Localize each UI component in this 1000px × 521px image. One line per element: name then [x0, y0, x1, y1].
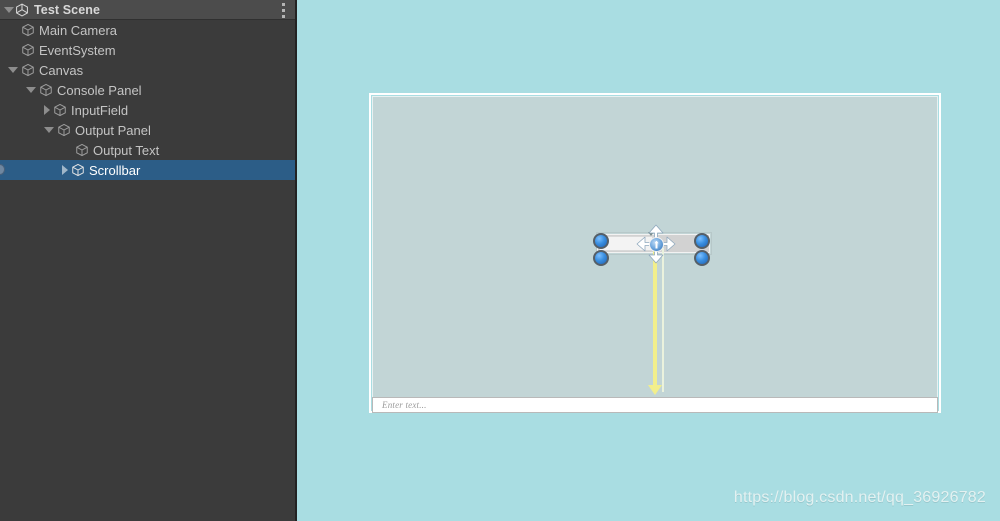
gameobject-cube-icon	[74, 143, 89, 158]
hierarchy-row-inputfield[interactable]: InputField	[0, 100, 295, 120]
unity-scene-icon	[14, 2, 29, 17]
gameobject-cube-icon	[20, 43, 35, 58]
anchor-handle-top-right[interactable]	[694, 233, 710, 249]
scene-expand-toggle-icon[interactable]	[4, 6, 14, 13]
hierarchy-row-console-panel[interactable]: Console Panel	[0, 80, 295, 100]
toggle-spacer	[62, 145, 72, 155]
hierarchy-row-output-text[interactable]: Output Text	[0, 140, 295, 160]
selection-indicator	[0, 164, 5, 175]
input-field-rect[interactable]: Enter text...	[372, 397, 938, 413]
gameobject-cube-icon	[56, 123, 71, 138]
anchor-arrow-head	[648, 385, 662, 395]
gameobject-cube-icon	[20, 23, 35, 38]
hierarchy-row-canvas[interactable]: Canvas	[0, 60, 295, 80]
toggle-spacer	[8, 25, 18, 35]
hierarchy-row-label: Console Panel	[57, 82, 142, 98]
hierarchy-row-label: InputField	[71, 102, 129, 118]
gameobject-cube-icon	[20, 63, 35, 78]
kebab-menu-icon[interactable]	[281, 3, 285, 18]
anchor-handle-right[interactable]	[694, 233, 712, 267]
expand-toggle-icon[interactable]	[62, 165, 68, 175]
move-gizmo-center[interactable]	[649, 237, 664, 252]
hierarchy-row-output-panel[interactable]: Output Panel	[0, 120, 295, 140]
watermark-text: https://blog.csdn.net/qq_36926782	[733, 489, 986, 506]
expand-toggle-icon[interactable]	[8, 67, 18, 73]
gameobject-cube-icon	[52, 103, 67, 118]
hierarchy-row-label: Output Panel	[75, 122, 151, 138]
hierarchy-row-eventsystem[interactable]: EventSystem	[0, 40, 295, 60]
anchor-guide-line	[662, 248, 664, 392]
anchor-handle-bottom-left[interactable]	[593, 250, 609, 266]
move-tool-gizmo[interactable]	[636, 224, 676, 264]
hierarchy-row-label: Canvas	[39, 62, 84, 78]
input-field-placeholder: Enter text...	[382, 400, 427, 410]
hierarchy-row-main-camera[interactable]: Main Camera	[0, 20, 295, 40]
hierarchy-panel[interactable]: Test Scene Main Camera EventSystem Canvas C…	[0, 0, 297, 521]
toggle-spacer	[8, 45, 18, 55]
hierarchy-row-label: EventSystem	[39, 42, 116, 58]
expand-toggle-icon[interactable]	[44, 105, 50, 115]
hierarchy-row-label: Output Text	[93, 142, 160, 158]
anchor-handle-bottom-right[interactable]	[694, 250, 710, 266]
hierarchy-tree[interactable]: Main Camera EventSystem Canvas Console Pane…	[0, 20, 295, 180]
anchor-handle-top-left[interactable]	[593, 233, 609, 249]
hierarchy-row-label: Scrollbar	[89, 162, 141, 178]
anchor-arrow-shaft	[653, 248, 657, 388]
hierarchy-row-scrollbar[interactable]: Scrollbar	[0, 160, 295, 180]
hierarchy-row-label: Main Camera	[39, 22, 118, 38]
hierarchy-header[interactable]: Test Scene	[0, 0, 295, 20]
gameobject-cube-icon	[70, 163, 85, 178]
expand-toggle-icon[interactable]	[44, 127, 54, 133]
pivot-pin-icon	[654, 240, 659, 249]
anchor-handle-left[interactable]	[593, 233, 611, 267]
expand-toggle-icon[interactable]	[26, 87, 36, 93]
scene-name-label: Test Scene	[34, 2, 101, 17]
gameobject-cube-icon	[38, 83, 53, 98]
